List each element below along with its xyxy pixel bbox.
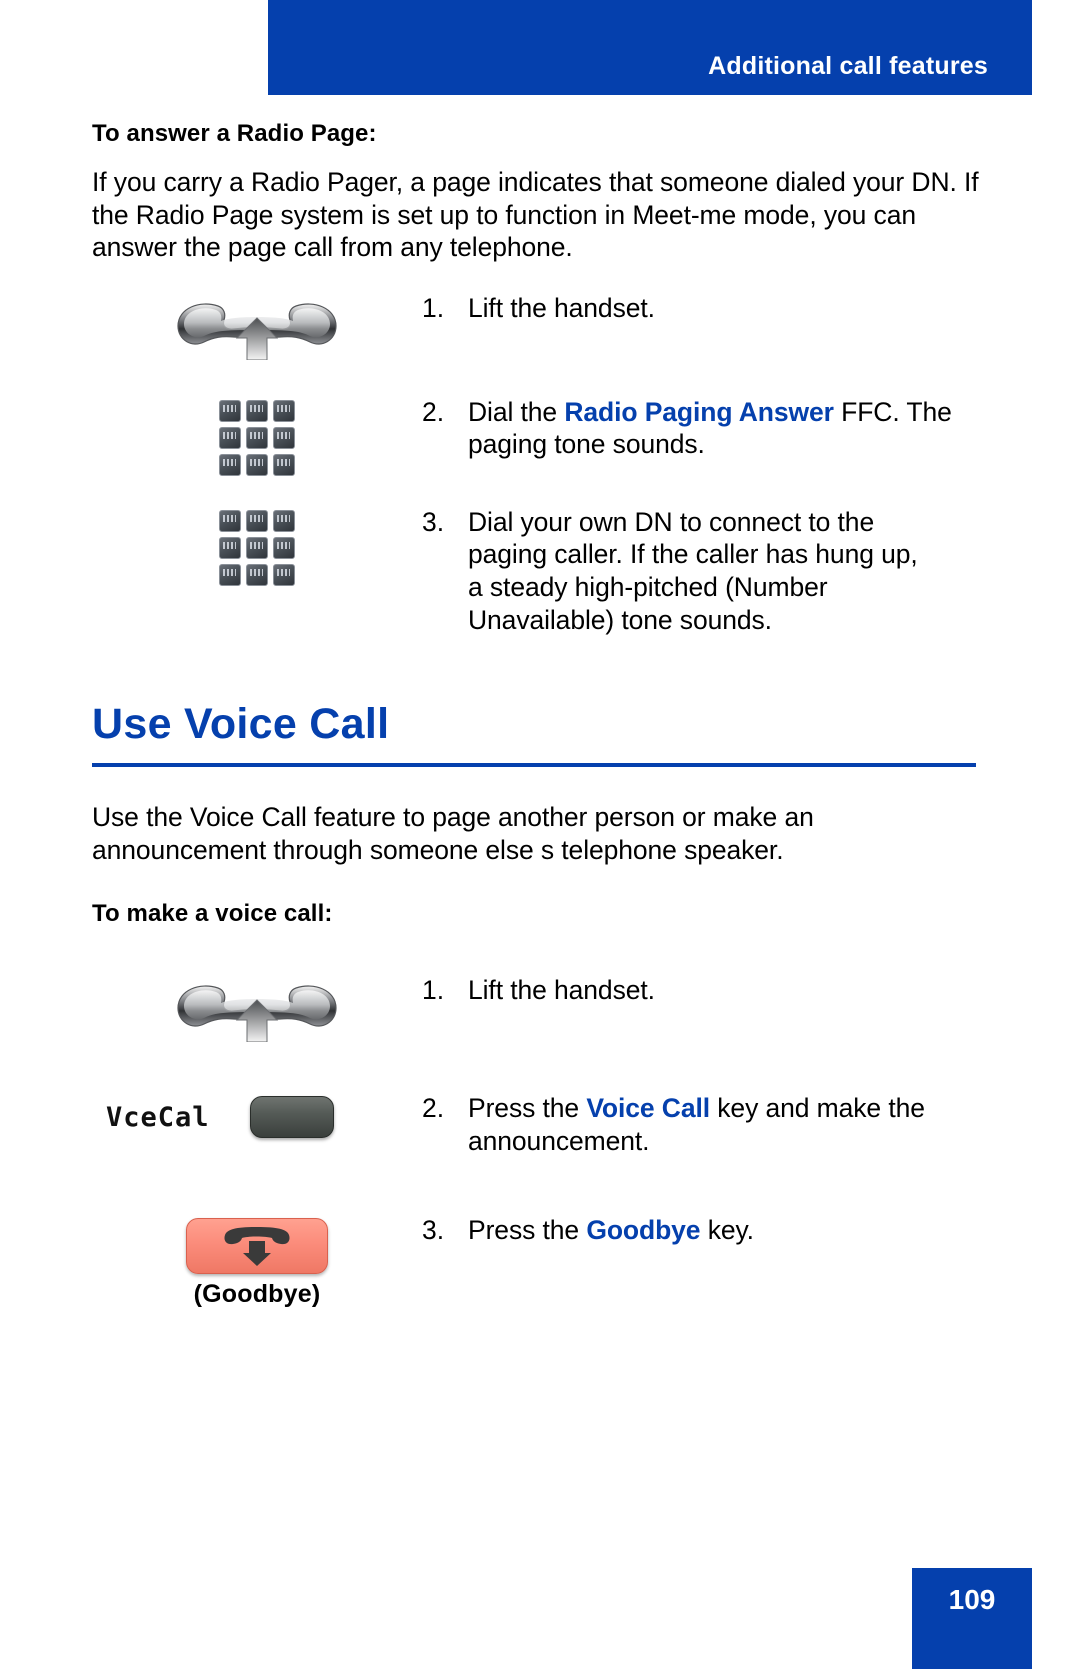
keypad-key	[219, 399, 241, 422]
step-text-highlight: Goodbye	[586, 1215, 701, 1246]
keypad-icon	[219, 509, 295, 586]
step-text: Dial your own DN to connect to the pagin…	[468, 506, 918, 635]
keypad-icon	[219, 399, 295, 476]
step-item: 3. Dial your own DN to connect to the pa…	[92, 506, 982, 646]
voice-call-paragraph: Use the Voice Call feature to page anoth…	[92, 801, 814, 865]
step-text: Lift the handset.	[468, 292, 655, 325]
step-text: Lift the handset.	[468, 975, 655, 1006]
step-icon-cell	[92, 292, 422, 361]
step-text: Press the Voice Call key and make the an…	[468, 1092, 932, 1157]
vcecal-softkey[interactable]: VceCal	[92, 1096, 422, 1139]
page-header-title: Additional call features	[708, 52, 988, 80]
step-number: 1.	[422, 292, 445, 323]
step-icon-cell: (Goodbye)	[92, 1214, 422, 1309]
vcecal-softkey-label: VceCal	[106, 1101, 210, 1133]
step-number: 1.	[422, 975, 445, 1006]
step-icon-cell	[92, 396, 422, 476]
keypad-key	[219, 536, 241, 559]
step-number: 2.	[422, 396, 445, 427]
keypad-key	[246, 399, 268, 422]
step-number: 2.	[422, 1093, 445, 1124]
step-text-highlight: Radio Paging Answer	[564, 396, 834, 427]
keypad-key	[246, 453, 268, 476]
step-icon-cell	[92, 974, 422, 1043]
keypad-key	[273, 509, 295, 532]
page-number: 109	[948, 1584, 996, 1615]
page-header-banner: Additional call features	[268, 0, 1032, 95]
step-item: 1. Lift the handset.	[92, 974, 982, 1092]
step-text-cell: 1. Lift the handset.	[422, 292, 655, 325]
keypad-key	[219, 509, 241, 532]
keypad-key	[246, 509, 268, 532]
radio-page-subheading: To answer a Radio Page:	[92, 120, 377, 147]
goodbye-key-button[interactable]	[186, 1218, 328, 1275]
keypad-key	[273, 399, 295, 422]
voice-call-steps: 1. Lift the handset. VceCal 2. Press the…	[92, 974, 982, 1334]
keypad-key	[219, 453, 241, 476]
step-item: (Goodbye) 3. Press the Goodbye key.	[92, 1214, 982, 1334]
step-text-cell: 3. Press the Goodbye key.	[422, 1214, 754, 1247]
step-text-part: key.	[700, 1215, 754, 1246]
keypad-key	[273, 563, 295, 586]
step-number: 3.	[422, 1215, 445, 1246]
goodbye-key-icon[interactable]: (Goodbye)	[186, 1218, 328, 1309]
keypad-key	[219, 426, 241, 449]
step-item: 1. Lift the handset.	[92, 292, 982, 396]
keypad-key	[219, 563, 241, 586]
step-text-part: Press the	[468, 1093, 587, 1124]
radio-page-paragraph: If you carry a Radio Pager, a page indic…	[92, 167, 979, 263]
section-heading-use-voice-call: Use Voice Call	[92, 699, 390, 748]
footer-page-number-box: 109	[912, 1568, 1032, 1669]
handset-lift-icon	[172, 978, 342, 1043]
step-icon-cell	[92, 506, 422, 586]
keypad-key	[246, 426, 268, 449]
voice-call-subheading: To make a voice call:	[92, 900, 333, 928]
handset-lift-icon	[172, 296, 342, 361]
keypad-key	[273, 453, 295, 476]
softkey-button[interactable]	[249, 1096, 334, 1139]
step-text: Dial the Radio Paging Answer FFC. The pa…	[468, 396, 982, 461]
keypad-key	[273, 426, 295, 449]
step-number: 3.	[422, 506, 445, 537]
keypad-key	[246, 536, 268, 559]
step-text-part: Dial the	[468, 396, 565, 427]
step-icon-cell: VceCal	[92, 1092, 422, 1139]
step-item: VceCal 2. Press the Voice Call key and m…	[92, 1092, 982, 1214]
step-text-highlight: Voice Call	[586, 1093, 711, 1124]
step-text-part: Press the	[468, 1215, 587, 1246]
step-text-cell: 2. Dial the Radio Paging Answer FFC. The…	[422, 396, 982, 461]
keypad-key	[246, 563, 268, 586]
step-text-cell: 1. Lift the handset.	[422, 974, 655, 1007]
step-text-cell: 2. Press the Voice Call key and make the…	[422, 1092, 932, 1157]
radio-page-steps: 1. Lift the handset. 2. Dial the Radio P…	[92, 292, 982, 646]
page-content: To answer a Radio Page: If you carry a R…	[92, 120, 982, 1334]
step-text-part: Lift the handset.	[468, 292, 655, 323]
step-item: 2. Dial the Radio Paging Answer FFC. The…	[92, 396, 982, 506]
step-text-cell: 3. Dial your own DN to connect to the pa…	[422, 506, 922, 636]
goodbye-key-caption: (Goodbye)	[193, 1280, 321, 1309]
step-text: Press the Goodbye key.	[468, 1214, 754, 1247]
keypad-key	[273, 536, 295, 559]
